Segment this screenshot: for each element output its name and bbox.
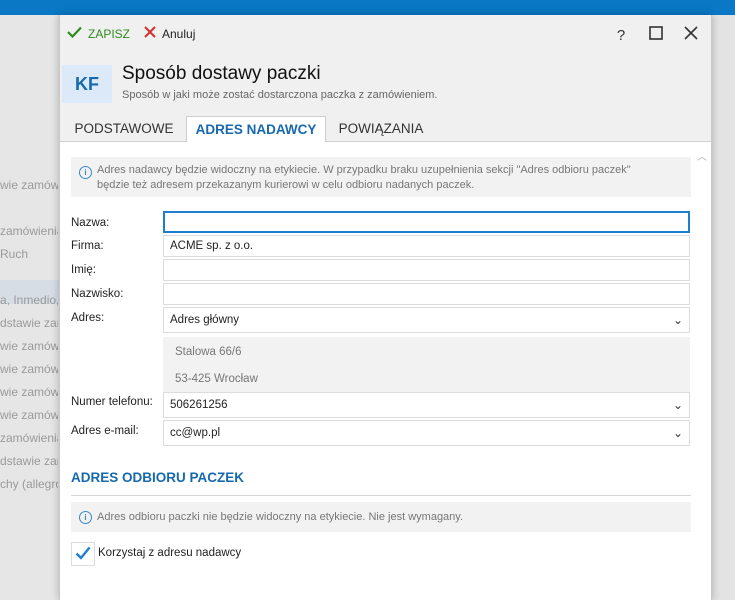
background-list-item: zamówienia, bbox=[0, 431, 58, 445]
help-icon: ? bbox=[616, 26, 626, 44]
close-button[interactable] bbox=[680, 24, 702, 46]
save-button[interactable]: ZAPISZ bbox=[67, 26, 130, 41]
dialog-subtitle: Sposób w jaki może zostać dostarczona pa… bbox=[122, 89, 438, 101]
dialog-toolbar: ZAPISZ Anuluj ? bbox=[60, 15, 711, 54]
scroll-up-icon[interactable]: ︿ bbox=[697, 148, 707, 163]
sender-info-box: i Adres nadawcy będzie widoczny na etyki… bbox=[71, 157, 691, 197]
tab-adres-nadawcy[interactable]: ADRES NADAWCY bbox=[186, 116, 326, 143]
background-list-item: wie zamów bbox=[0, 362, 58, 376]
phone-label: Numer telefonu: bbox=[71, 396, 153, 408]
close-x-icon bbox=[144, 26, 156, 41]
info-icon: i bbox=[79, 166, 92, 179]
background-list-item: zamówienia, bbox=[0, 224, 58, 238]
lastname-label: Nazwisko: bbox=[71, 288, 124, 300]
background-list: wie zamów zamówienia, Ruch a, Inmedio, d… bbox=[0, 15, 60, 600]
email-select-value: cc@wp.pl bbox=[170, 427, 221, 439]
info-icon: i bbox=[79, 511, 92, 524]
dialog: ZAPISZ Anuluj ? KF Sposób dostawy paczki… bbox=[59, 15, 712, 600]
firstname-field[interactable] bbox=[163, 259, 690, 281]
address-line2: 53-425 Wrocław bbox=[175, 373, 258, 385]
background-list-item: dstawie zar bbox=[0, 316, 58, 330]
background-list-item: a, Inmedio, bbox=[0, 293, 58, 307]
background-list-item: dstawie zar bbox=[0, 454, 58, 468]
tab-bar: PODSTAWOWE ADRES NADAWCY POWIĄZANIA bbox=[60, 116, 711, 143]
address-line1: Stalowa 66/6 bbox=[175, 346, 242, 358]
company-label: Firma: bbox=[71, 240, 104, 252]
sender-info-line2: będzie też adresem przekazanym kurierowi… bbox=[97, 179, 475, 191]
background-list-item: wie zamów bbox=[0, 385, 58, 399]
tab-powiazania[interactable]: POWIĄZANIA bbox=[327, 116, 435, 141]
tab-podstawowe[interactable]: PODSTAWOWE bbox=[65, 116, 183, 141]
address-select[interactable]: Adres główny ⌄ bbox=[163, 307, 690, 333]
phone-select-value: 506261256 bbox=[170, 399, 228, 411]
background-list-item: wie zamów bbox=[0, 178, 58, 192]
cancel-label: Anuluj bbox=[162, 26, 196, 41]
checkmark-icon bbox=[67, 26, 82, 41]
chevron-down-icon: ⌄ bbox=[672, 313, 683, 327]
background-list-item: chy (allegro bbox=[0, 477, 58, 491]
name-label: Nazwa: bbox=[71, 217, 110, 229]
background-right bbox=[710, 15, 735, 600]
pickup-info-box: i Adres odbioru paczki nie będzie widocz… bbox=[71, 502, 691, 532]
chevron-down-icon: ⌄ bbox=[672, 398, 683, 412]
background-list-item: wie zamów bbox=[0, 408, 58, 422]
name-field[interactable] bbox=[163, 211, 690, 233]
pickup-info-text: Adres odbioru paczki nie będzie widoczny… bbox=[97, 511, 464, 523]
maximize-icon bbox=[649, 26, 663, 44]
pickup-section-title: ADRES ODBIORU PACZEK bbox=[71, 470, 245, 485]
phone-select[interactable]: 506261256 ⌄ bbox=[163, 392, 690, 418]
module-badge: KF bbox=[62, 65, 112, 103]
firstname-label: Imię: bbox=[71, 264, 96, 276]
section-divider bbox=[71, 495, 691, 496]
close-icon bbox=[684, 26, 698, 44]
checkmark-icon bbox=[75, 546, 91, 563]
company-field[interactable]: ACME sp. z o.o. bbox=[163, 235, 690, 257]
use-sender-address-checkbox[interactable] bbox=[71, 542, 95, 566]
maximize-button[interactable] bbox=[645, 24, 667, 46]
email-label: Adres e-mail: bbox=[71, 425, 139, 437]
use-sender-address-label[interactable]: Korzystaj z adresu nadawcy bbox=[98, 547, 241, 559]
dialog-title: Sposób dostawy paczki bbox=[122, 63, 321, 84]
address-label: Adres: bbox=[71, 312, 105, 324]
cancel-button[interactable]: Anuluj bbox=[144, 26, 195, 41]
background-list-item: wie zamów bbox=[0, 339, 58, 353]
chevron-down-icon: ⌄ bbox=[672, 426, 683, 440]
background-list-item: Ruch bbox=[0, 247, 29, 261]
lastname-field[interactable] bbox=[163, 283, 690, 305]
email-select[interactable]: cc@wp.pl ⌄ bbox=[163, 420, 690, 446]
help-button[interactable]: ? bbox=[610, 24, 632, 46]
address-select-value: Adres główny bbox=[170, 314, 240, 326]
app-top-bar bbox=[0, 0, 735, 15]
save-label: ZAPISZ bbox=[88, 26, 131, 41]
sender-info-line1: Adres nadawcy będzie widoczny na etykiec… bbox=[97, 164, 631, 176]
